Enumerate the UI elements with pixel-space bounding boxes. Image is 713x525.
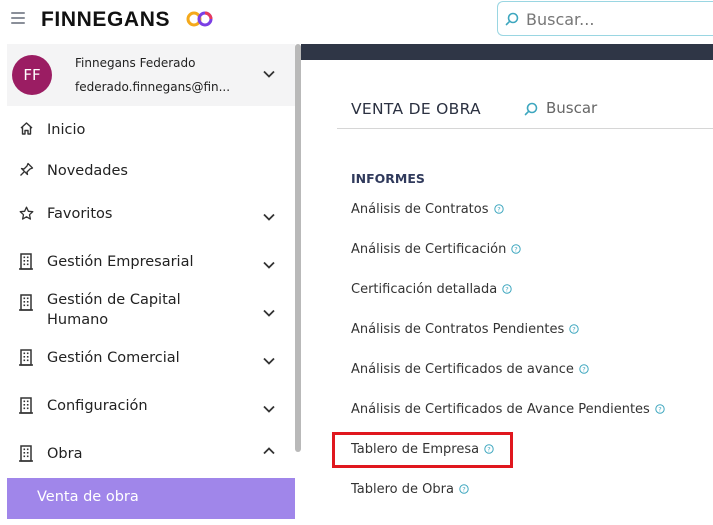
pin-icon — [20, 162, 34, 176]
svg-text:?: ? — [497, 205, 500, 213]
sidebar-item-label: Novedades — [47, 163, 128, 179]
hamburger-menu-icon[interactable] — [11, 12, 25, 24]
svg-text:?: ? — [572, 325, 575, 333]
sidebar-item-gestion-capital-humano[interactable]: Gestión de Capital Humano — [7, 288, 295, 332]
svg-text:?: ? — [515, 245, 518, 253]
report-link[interactable]: Análisis de Certificación? — [351, 242, 522, 257]
sidebar-item-label: Gestión de Capital Humano — [47, 292, 181, 328]
help-icon[interactable]: ? — [569, 323, 579, 334]
svg-text:?: ? — [506, 285, 509, 293]
report-link-label: Análisis de Certificación — [351, 242, 507, 257]
user-name: Finnegans Federado — [75, 56, 196, 70]
sidebar-item-favoritos[interactable]: Favoritos — [7, 200, 295, 230]
content-search-placeholder: Buscar — [546, 99, 598, 117]
chevron-down-icon — [263, 309, 275, 317]
logo-mark-icon — [186, 11, 213, 27]
search-icon — [524, 102, 538, 116]
sidebar-item-configuracion[interactable]: Configuración — [7, 392, 295, 422]
report-link-label: Análisis de Contratos — [351, 202, 489, 217]
sidebar-item-obra[interactable]: Obra — [7, 440, 295, 470]
chevron-down-icon — [263, 213, 275, 221]
sidebar-subitem-venta-de-obra[interactable]: Venta de obra — [7, 478, 295, 519]
chevron-down-icon — [263, 405, 275, 413]
sidebar-item-gestion-comercial[interactable]: Gestión Comercial — [7, 344, 295, 374]
home-icon — [20, 122, 33, 135]
app-logo: FINNEGANS — [41, 8, 171, 31]
report-link[interactable]: Análisis de Contratos Pendientes? — [351, 322, 579, 337]
global-search-placeholder: Buscar... — [526, 10, 595, 29]
report-link[interactable]: Análisis de Contratos? — [351, 202, 504, 217]
title-divider — [337, 128, 713, 129]
report-link[interactable]: Análisis de Certificados de Avance Pendi… — [351, 402, 665, 417]
help-icon[interactable]: ? — [511, 243, 522, 254]
sidebar-item-label: Configuración — [47, 398, 148, 414]
help-icon[interactable]: ? — [655, 403, 665, 414]
svg-text:?: ? — [462, 485, 465, 493]
report-link-label: Análisis de Certificados de avance — [351, 362, 574, 377]
user-card[interactable]: FF Finnegans Federado federado.finnegans… — [7, 44, 295, 106]
svg-text:?: ? — [582, 365, 585, 373]
help-icon[interactable]: ? — [579, 363, 589, 374]
sidebar-item-label: Gestión Comercial — [47, 350, 180, 366]
chevron-down-icon — [263, 357, 275, 365]
sidebar-item-label: Gestión Empresarial — [47, 254, 194, 270]
help-icon[interactable]: ? — [493, 203, 504, 214]
search-icon — [505, 12, 519, 26]
sidebar-item-novedades[interactable]: Novedades — [7, 159, 295, 185]
report-link-label: Certificación detallada — [351, 282, 498, 297]
avatar: FF — [12, 55, 52, 95]
sidebar-subitem-label: Venta de obra — [37, 489, 139, 505]
report-link[interactable]: Análisis de Certificados de avance? — [351, 362, 589, 377]
sidebar-item-label: Favoritos — [47, 206, 113, 222]
content-search-input[interactable]: Buscar — [522, 98, 713, 128]
chevron-down-icon — [263, 261, 275, 269]
global-search-input[interactable]: Buscar... — [497, 1, 713, 36]
building-icon — [19, 445, 33, 462]
section-title: INFORMES — [351, 171, 425, 186]
report-link[interactable]: Certificación detallada? — [351, 282, 512, 297]
top-bar: FINNEGANS Buscar... — [0, 0, 713, 40]
sidebar-item-gestion-empresarial[interactable]: Gestión Empresarial — [7, 248, 295, 278]
building-icon — [19, 397, 33, 414]
svg-text:?: ? — [658, 405, 661, 413]
report-link-label: Análisis de Certificados de Avance Pendi… — [351, 402, 650, 417]
chevron-down-icon[interactable] — [263, 70, 275, 78]
highlight-box — [332, 432, 513, 468]
main-header-bar — [301, 44, 713, 60]
page-title: VENTA DE OBRA — [351, 100, 481, 118]
sidebar-item-inicio[interactable]: Inicio — [7, 118, 295, 144]
building-icon — [19, 294, 33, 311]
chevron-up-icon — [263, 447, 275, 455]
sidebar-item-label: Inicio — [47, 122, 86, 138]
help-icon[interactable]: ? — [459, 483, 469, 494]
building-icon — [19, 253, 33, 270]
report-link-label: Análisis de Contratos Pendientes — [351, 322, 565, 337]
sidebar-item-label: Obra — [47, 446, 83, 462]
report-link[interactable]: Tablero de Obra? — [351, 482, 469, 497]
building-icon — [19, 349, 33, 366]
user-email: federado.finnegans@fin... — [75, 80, 231, 94]
sidebar-scrollbar[interactable] — [295, 44, 301, 452]
star-icon — [19, 206, 34, 220]
report-link-label: Tablero de Obra — [351, 482, 454, 497]
help-icon[interactable]: ? — [502, 283, 512, 294]
